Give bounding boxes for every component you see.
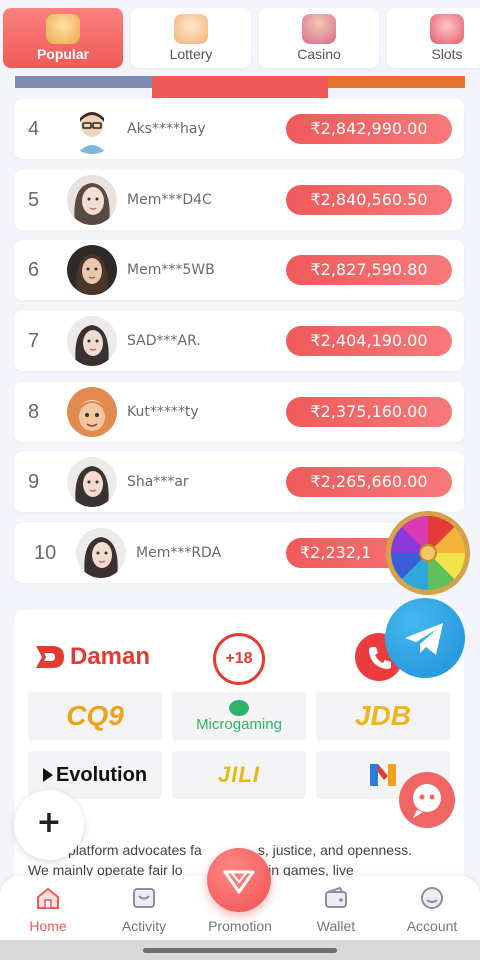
rank-number: 6 [28, 259, 40, 281]
tab-label: Popular [36, 46, 90, 62]
provider-name: JILI [218, 762, 260, 787]
provider-name: CQ9 [66, 700, 124, 731]
nav-label: Promotion [208, 918, 272, 934]
rank-number: 5 [28, 189, 40, 211]
rank-number: 8 [28, 401, 40, 423]
avatar [67, 175, 117, 225]
avatar [67, 457, 117, 507]
avatar [67, 104, 117, 154]
tab-casino[interactable]: Casino [259, 8, 379, 68]
username: Kut*****ty [127, 404, 199, 420]
winning-amount-badge: ₹2,404,190.00 [286, 326, 452, 356]
winning-amount-badge: ₹2,840,560.50 [286, 185, 452, 215]
username: SAD***AR. [127, 333, 201, 349]
tab-lottery[interactable]: Lottery [131, 8, 251, 68]
nav-label: Account [406, 918, 458, 934]
nav-activity[interactable]: Activity [96, 876, 192, 940]
podium-base [15, 76, 465, 98]
chat-support-icon[interactable] [399, 772, 455, 828]
provider-name: Microgaming [196, 715, 282, 733]
lucky-wheel-icon[interactable] [386, 511, 470, 595]
provider-name: Evolution [55, 763, 148, 786]
system-gesture-area [0, 940, 480, 960]
provider-logo-cq9[interactable]: CQ9 [28, 692, 162, 740]
tab-label: Lottery [169, 46, 213, 62]
home-indicator[interactable] [143, 948, 337, 953]
username: Aks****hay [127, 121, 206, 137]
leaderboard-row: 8 Kut*****ty ₹2,375,160.00 [14, 382, 464, 442]
brand-name: Daman [70, 643, 151, 670]
username: Mem***RDA [136, 545, 222, 561]
provider-logo-microgaming[interactable]: Microgaming [172, 692, 306, 740]
home-icon [37, 887, 59, 909]
username: Mem***5WB [127, 262, 215, 278]
leaderboard-row: 4 Aks****hay ₹2,842,990.00 [14, 99, 464, 159]
winning-amount-badge: ₹2,842,990.00 [286, 114, 452, 144]
nav-home[interactable]: Home [0, 876, 96, 940]
leaderboard-row: 6 Mem***5WB ₹2,827,590.80 [14, 240, 464, 300]
avatar [67, 387, 117, 437]
microgaming-icon [229, 699, 249, 716]
podium-third [328, 76, 465, 88]
username: Mem***D4C [127, 192, 212, 208]
winning-amount-badge: ₹2,827,590.80 [286, 255, 452, 285]
wheel-disk [391, 516, 465, 590]
wallet-icon [325, 886, 347, 908]
slots-machine-icon [430, 14, 464, 44]
tab-slots[interactable]: Slots [387, 8, 480, 68]
winning-amount-badge: ₹2,375,160.00 [286, 397, 452, 427]
username: Sha***ar [127, 474, 189, 490]
tab-label: Casino [297, 46, 341, 62]
tab-popular[interactable]: Popular [3, 8, 123, 68]
category-tabs: Popular Lottery Casino Slots [0, 0, 480, 74]
tab-label: Slots [431, 46, 463, 62]
telegram-icon[interactable] [385, 598, 465, 678]
avatar [76, 528, 126, 578]
activity-icon [133, 888, 155, 908]
daman-logo-icon [36, 646, 64, 668]
provider-icon [370, 764, 396, 786]
rank-number: 7 [28, 330, 40, 352]
evolution-icon [42, 768, 53, 782]
winning-amount-badge: ₹2,265,660.00 [286, 467, 452, 497]
leaderboard-row: 7 SAD***AR. ₹2,404,190.00 [14, 311, 464, 371]
nav-account[interactable]: Account [384, 876, 480, 940]
casino-dealer-icon [302, 14, 336, 44]
rank-number: 10 [34, 542, 57, 564]
provider-name: JDB [354, 700, 411, 731]
lottery-balls-icon [174, 14, 208, 44]
avatar [67, 245, 117, 295]
daman-logo: Daman [34, 642, 150, 672]
leaderboard-row: 9 Sha***ar ₹2,265,660.00 [14, 452, 464, 512]
add-button[interactable]: + [14, 790, 84, 860]
nav-label: Wallet [316, 918, 356, 934]
leaderboard-row: 5 Mem***D4C ₹2,840,560.50 [14, 170, 464, 230]
avatar [67, 316, 117, 366]
nav-wallet[interactable]: Wallet [288, 876, 384, 940]
promotion-icon[interactable] [207, 848, 271, 912]
rank-number: 4 [28, 118, 40, 140]
about-line-1a: platform advocates fa [68, 842, 202, 858]
provider-logo-jdb[interactable]: JDB [316, 692, 450, 740]
about-line-1b: s, justice, and openness. [257, 842, 412, 858]
podium-second [15, 76, 153, 88]
account-icon [421, 887, 443, 909]
rank-number: 9 [28, 471, 40, 493]
provider-logo-jili[interactable]: JILI [172, 751, 306, 799]
nav-label: Home [29, 918, 67, 934]
trophy-coins-icon [46, 14, 80, 44]
podium-first [152, 76, 328, 98]
nav-label: Activity [121, 918, 167, 934]
age-restriction-badge: +18 [213, 633, 265, 685]
wheel-hub [419, 544, 437, 562]
